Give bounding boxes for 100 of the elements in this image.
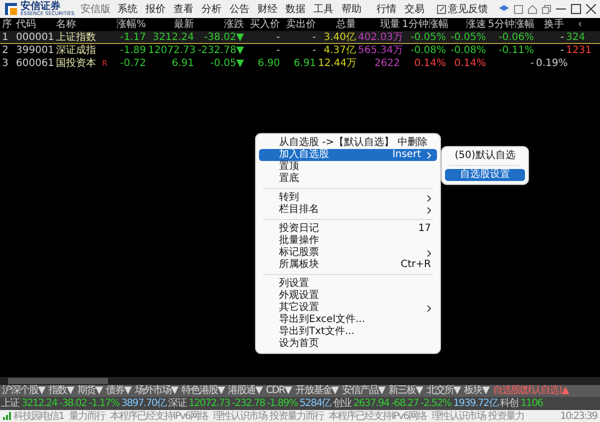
table-cell: 3.40亿: [324, 32, 356, 43]
maximize-icon[interactable]: [571, 4, 581, 14]
menu-item[interactable]: 从自选股 ->【默认自选】 中删除: [259, 137, 437, 149]
status-time: 10:23:39: [560, 410, 597, 422]
menu-item[interactable]: 帮助: [340, 2, 362, 16]
table-row[interactable]: 3 600061 国投资本 R -0.72 6.91 -0.05▼ 6.90 6.91 12.44万 2622 0.14% 0.14% - 0.19%: [0, 57, 600, 70]
ticker-value: -68.27: [391, 397, 419, 410]
feedback-link[interactable]: 意见反馈: [448, 2, 488, 16]
menu-item[interactable]: 外观设置: [259, 290, 437, 302]
menu-item[interactable]: 财经: [256, 2, 278, 16]
edit-icon: [436, 4, 446, 14]
market-tab[interactable]: 指数▼: [46, 385, 76, 397]
signal-icon: [3, 412, 11, 420]
menu-item[interactable]: 置顶: [259, 161, 437, 173]
table-cell: 4.37亿: [324, 45, 356, 56]
table-cell: 565.34万: [358, 45, 403, 56]
table-cell: -232.78▼: [198, 45, 244, 56]
menu-item[interactable]: 导出到Txt文件...: [259, 326, 437, 338]
menu-item[interactable]: 行情: [376, 2, 398, 16]
menu-item[interactable]: 数据: [284, 2, 306, 16]
scrollbar-thumb[interactable]: [8, 378, 108, 384]
menu-item[interactable]: 导出到Excel文件...: [259, 314, 437, 326]
table-cell: -0.05%: [450, 32, 486, 43]
status-message: 本程序已经支持IPv6网络: [328, 410, 427, 422]
shortcut-label: 17: [418, 223, 431, 235]
menu-item[interactable]: 公告: [228, 2, 250, 16]
column-header[interactable]: 最新: [148, 18, 196, 31]
menu-item[interactable]: 系统: [116, 2, 138, 16]
ticker-value: 1106: [520, 397, 543, 410]
menu-item[interactable]: (50)默认自选: [445, 150, 525, 162]
column-header[interactable]: 现量: [358, 18, 402, 31]
table-cell: 12.44万: [318, 58, 357, 69]
table-cell: -: [312, 45, 316, 56]
menu-item[interactable]: 交易: [404, 2, 426, 16]
table-cell: 3212.24: [152, 32, 194, 43]
status-message: 量力而行: [68, 410, 105, 422]
ticker-value: 12072.73: [188, 397, 230, 410]
ticker-value: 科创: [500, 397, 518, 410]
table-row[interactable]: 2 399001 深证成指 -1.89 12072.73 -232.78▼ - - 4.37亿 565.34万 -0.08% -0.08% -0.11% - 1231: [0, 44, 600, 57]
menu-item[interactable]: 栏目排名: [259, 204, 437, 216]
restore-icon[interactable]: [542, 4, 551, 14]
ticker-value: 3897.70亿: [121, 397, 166, 410]
table-cell: 0.14%: [414, 58, 446, 69]
table-cell: 324: [566, 32, 586, 43]
menu-item[interactable]: 查看: [172, 2, 194, 16]
home-icon[interactable]: [528, 4, 537, 14]
table-cell: -0.06%: [498, 32, 534, 43]
menu-item[interactable]: 转到: [259, 192, 437, 204]
close-icon[interactable]: [586, 4, 596, 14]
menu-item[interactable]: 其它设置: [259, 302, 437, 314]
server-label: 科技园电信1: [14, 410, 64, 422]
column-header[interactable]: 名称: [54, 18, 110, 31]
column-header[interactable]: 代码: [14, 18, 54, 31]
menu-item[interactable]: 设为首页: [259, 338, 437, 350]
menu-item[interactable]: 自选股设置: [445, 169, 525, 181]
status-message: 理性认识市场 投资量力: [432, 410, 524, 422]
table-row[interactable]: 1 000001 上证指数 -1.17 3212.24 -38.02▼ - - 3.40亿 402.03万 -0.05% -0.05% -0.06% - 324: [0, 31, 600, 44]
column-header[interactable]: 序: [0, 18, 14, 31]
column-header[interactable]: 买入价: [246, 18, 282, 31]
menu-item[interactable]: 报价: [144, 2, 166, 16]
table-cell: -: [560, 32, 564, 43]
menu-item[interactable]: 投资日记 17: [259, 223, 437, 235]
column-header[interactable]: 1分钟涨幅: [402, 18, 448, 31]
logo-icon: [4, 2, 18, 16]
column-header[interactable]: 涨速: [448, 18, 488, 31]
menu-item[interactable]: 所属板块 Ctr+R: [259, 259, 437, 271]
column-header[interactable]: 卖出价: [282, 18, 318, 31]
table-cell: -0.72: [120, 58, 146, 69]
window-icon[interactable]: [514, 4, 523, 14]
column-header[interactable]: 涨幅%: [110, 18, 148, 31]
table-cell: 2: [2, 45, 8, 56]
menu-item[interactable]: 标记股票: [259, 247, 437, 259]
column-header[interactable]: 涨跌: [196, 18, 246, 31]
ticker-value: -232.78: [232, 397, 265, 410]
column-header[interactable]: 换手: [536, 18, 566, 31]
market-tab[interactable]: 港股通▼: [226, 385, 264, 397]
table-cell: 国投资本: [56, 58, 96, 69]
menu-item[interactable]: 置底: [259, 173, 437, 185]
menu-item[interactable]: 工具: [312, 2, 334, 16]
market-tab[interactable]: 债券▼: [104, 385, 133, 397]
menu-item[interactable]: 列设置: [259, 278, 437, 290]
menu-item[interactable]: 批量操作: [259, 235, 437, 247]
table-cell: -0.05%: [410, 32, 446, 43]
ticker-value: 2637.94: [353, 397, 390, 410]
cap-icon[interactable]: [499, 5, 509, 13]
menu-item[interactable]: 加入自选股 Insert: [259, 149, 437, 161]
table-cell: -0.08%: [450, 45, 486, 56]
table-cell: 6.90: [258, 58, 280, 69]
table-cell: -0.11%: [498, 45, 534, 56]
column-header[interactable]: 总量: [318, 18, 358, 31]
column-header[interactable]: ‹: [566, 18, 584, 31]
menu-item[interactable]: 分析: [200, 2, 222, 16]
market-tab[interactable]: 板块▼: [462, 385, 491, 397]
market-tab[interactable]: 开放基金▼: [293, 385, 340, 397]
market-tab[interactable]: 特色港股▼: [180, 385, 226, 397]
market-tab[interactable]: CDR▼: [264, 385, 294, 397]
table-cell: 2622: [374, 58, 400, 69]
market-tab[interactable]: 期货▼: [75, 385, 104, 397]
column-header[interactable]: 5分钟涨幅: [488, 18, 536, 31]
table-cell: -: [276, 45, 280, 56]
